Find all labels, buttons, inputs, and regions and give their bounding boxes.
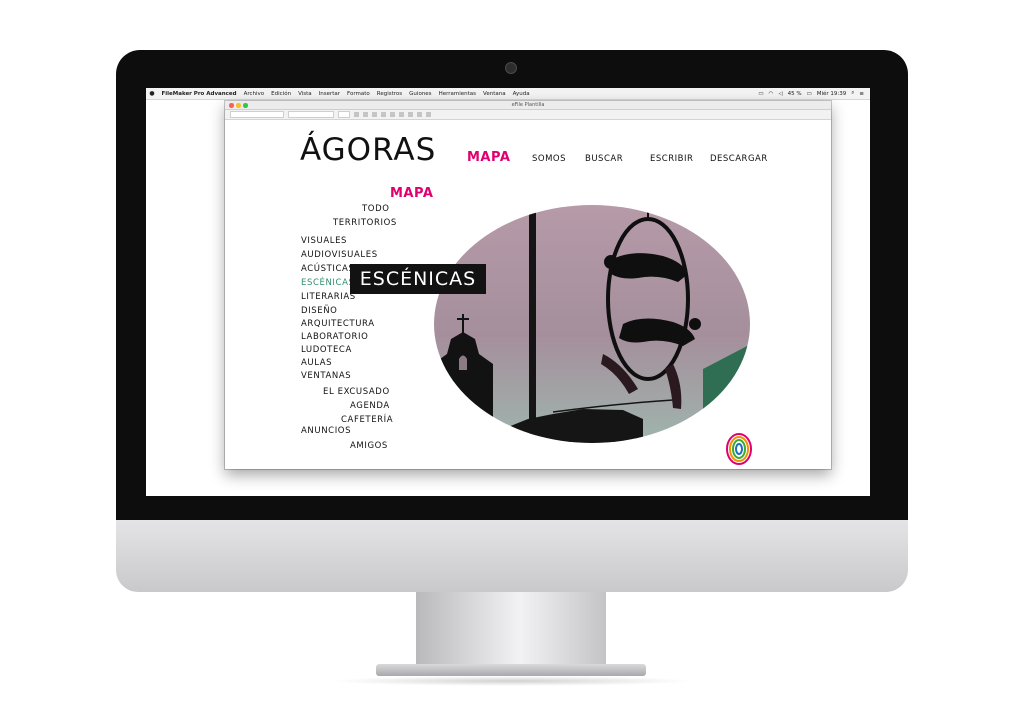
battery-label[interactable]: 45 %: [788, 91, 802, 97]
category-anuncios[interactable]: ANUNCIOS: [301, 426, 351, 436]
align-left-icon[interactable]: [399, 112, 404, 117]
bold-icon[interactable]: [372, 112, 377, 117]
escenicas-photo: [434, 205, 750, 443]
menu-formato[interactable]: Formato: [344, 91, 374, 97]
battery-icon: ▭: [806, 90, 812, 97]
menu-edicion[interactable]: Edición: [268, 91, 295, 97]
status-area: ▭ ◠ ◁ 45 % ▭ Miér 19:39 ⌕ ≡: [758, 88, 864, 99]
nav-buscar[interactable]: BUSCAR: [585, 154, 623, 164]
list-menu-icon[interactable]: ≡: [859, 91, 864, 97]
align-justify-icon[interactable]: [426, 112, 431, 117]
monitor-stand: [416, 592, 606, 668]
category-el-excusado[interactable]: EL EXCUSADO: [323, 387, 390, 397]
menu-insertar[interactable]: Insertar: [315, 91, 343, 97]
camera-icon: [505, 62, 517, 74]
close-window-button[interactable]: [229, 103, 234, 108]
category-literarias[interactable]: LITERARIAS: [301, 292, 356, 302]
category-diseno[interactable]: DISEÑO: [301, 306, 337, 316]
search-icon[interactable]: ⌕: [851, 90, 854, 97]
clock-label[interactable]: Miér 19:39: [817, 91, 847, 97]
monitor-shadow: [330, 676, 694, 686]
theme-selector[interactable]: [288, 111, 334, 118]
menu-herramientas[interactable]: Herramientas: [435, 91, 479, 97]
category-todo[interactable]: TODO: [362, 204, 390, 214]
category-escenicas[interactable]: ESCÉNICAS: [301, 278, 354, 288]
layout-selector[interactable]: [230, 111, 284, 118]
nav-mapa[interactable]: MAPA: [467, 150, 510, 165]
menu-app-name[interactable]: FileMaker Pro Advanced: [158, 91, 240, 97]
category-amigos[interactable]: AMIGOS: [350, 441, 388, 451]
nav-somos[interactable]: SOMOS: [532, 154, 566, 164]
apple-menu-icon[interactable]: ●: [146, 90, 158, 97]
category-arquitectura[interactable]: ARQUITECTURA: [301, 319, 375, 329]
category-laboratorio[interactable]: LABORATORIO: [301, 332, 368, 342]
category-territorios[interactable]: TERRITORIOS: [333, 218, 397, 228]
monitor-foot: [376, 664, 646, 676]
category-acusticas[interactable]: ACÚSTICAS: [301, 264, 354, 274]
filemaker-window: eFile Plantilla ÁGORAS MAPA SOMOS BUSCAR…: [225, 101, 831, 469]
window-title: eFile Plantilla: [511, 102, 545, 108]
menu-archivo[interactable]: Archivo: [240, 91, 268, 97]
menu-vista[interactable]: Vista: [295, 91, 316, 97]
align-center-icon[interactable]: [408, 112, 413, 117]
fingerprint-icon[interactable]: [725, 432, 753, 466]
volume-icon[interactable]: ◁: [778, 91, 782, 97]
airplay-icon[interactable]: ▭: [758, 91, 763, 97]
align-right-icon[interactable]: [417, 112, 422, 117]
wifi-icon[interactable]: ◠: [769, 91, 774, 97]
zoom-window-button[interactable]: [243, 103, 248, 108]
menu-registros[interactable]: Registros: [373, 91, 405, 97]
window-titlebar: eFile Plantilla: [225, 101, 831, 110]
pen-tool-icon[interactable]: [354, 112, 359, 117]
menu-guiones[interactable]: Guiones: [406, 91, 435, 97]
nav-escribir[interactable]: ESCRIBIR: [650, 154, 693, 164]
nav-descargar[interactable]: DESCARGAR: [710, 154, 768, 164]
layout-area: ÁGORAS MAPA SOMOS BUSCAR ESCRIBIR DESCAR…: [225, 119, 831, 469]
category-aulas[interactable]: AULAS: [301, 358, 332, 368]
category-ventanas[interactable]: VENTANAS: [301, 371, 351, 381]
monitor-chin: [116, 520, 908, 592]
section-title: MAPA: [390, 186, 434, 201]
site-logo[interactable]: ÁGORAS: [300, 132, 436, 168]
zoom-field[interactable]: [338, 111, 350, 118]
minimize-window-button[interactable]: [236, 103, 241, 108]
category-banner: ESCÉNICAS: [350, 264, 486, 294]
underline-icon[interactable]: [390, 112, 395, 117]
category-cafeteria[interactable]: CAFETERÍA: [341, 415, 393, 425]
category-agenda[interactable]: AGENDA: [350, 401, 390, 411]
screen: ● FileMaker Pro Advanced Archivo Edición…: [146, 88, 870, 496]
category-audiovisuales[interactable]: AUDIOVISUALES: [301, 250, 378, 260]
menu-ayuda[interactable]: Ayuda: [509, 91, 533, 97]
menu-ventana[interactable]: Ventana: [480, 91, 510, 97]
italic-icon[interactable]: [381, 112, 386, 117]
category-ludoteca[interactable]: LUDOTECA: [301, 345, 352, 355]
category-visuales[interactable]: VISUALES: [301, 236, 347, 246]
menu-bar: ● FileMaker Pro Advanced Archivo Edición…: [146, 88, 870, 100]
fill-tool-icon[interactable]: [363, 112, 368, 117]
